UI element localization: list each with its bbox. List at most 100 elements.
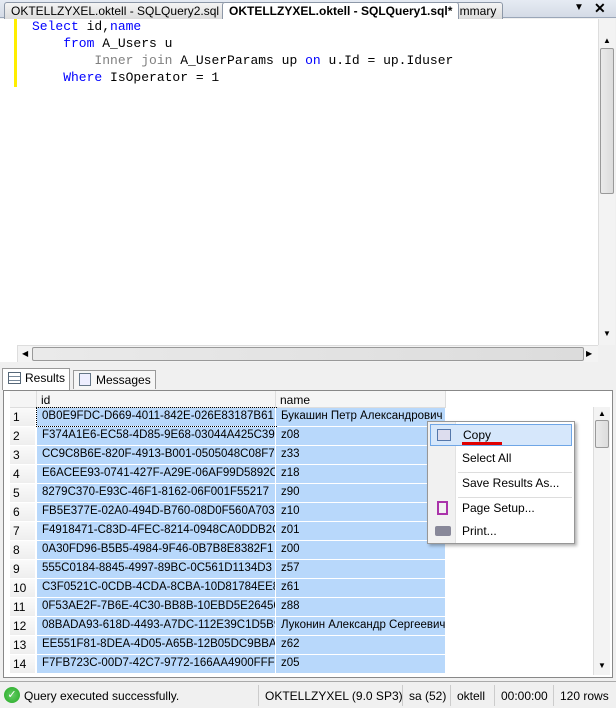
cell-id[interactable]: 555C0184-8845-4997-89BC-0C561D1134D3 — [37, 560, 276, 578]
grid-vertical-scrollbar[interactable]: ▲ ▼ — [593, 407, 610, 675]
red-underline — [462, 442, 502, 445]
editor-vertical-scrollbar[interactable]: ▲ ▼ — [598, 19, 615, 345]
status-user: sa (52) — [402, 685, 452, 706]
menu-label: Print... — [462, 524, 497, 538]
cell-name[interactable]: z61 — [276, 579, 446, 597]
cell-id[interactable]: 0B0E9FDC-D669-4011-842E-026E83187B61 — [36, 407, 277, 427]
menu-item-copy[interactable]: Copy — [430, 424, 572, 446]
cell-id[interactable]: EE551F81-8DEA-4D05-A65B-12B05DC9BBA2 — [37, 636, 276, 654]
row-number: 1 — [10, 408, 35, 426]
cell-name[interactable]: z18 — [276, 465, 446, 483]
tab-sqlquery2[interactable]: OKTELLZYXEL.oktell - SQLQuery2.sql — [4, 2, 227, 19]
menu-item-select-all[interactable]: Select All — [430, 448, 572, 470]
table-row[interactable]: 6 FB5E377E-02A0-494D-B760-08D0F560A703 z10 — [4, 503, 446, 522]
table-row[interactable]: 8 0A30FD96-B5B5-4984-9F46-0B7B8E8382F1 z00 — [4, 541, 446, 560]
column-header-name[interactable]: name — [276, 391, 446, 408]
menu-item-save-results-as[interactable]: Save Results As... — [430, 473, 572, 495]
cell-id[interactable]: F374A1E6-EC58-4D85-9E68-03044A425C39 — [37, 427, 276, 445]
cell-name[interactable]: z00 — [276, 541, 446, 559]
status-bar: ✓ Query executed successfully. OKTELLZYX… — [0, 681, 616, 708]
row-number: 10 — [10, 579, 35, 597]
cell-id[interactable]: 0F53AE2F-7B6E-4C30-BB8B-10EBD5E26456 — [37, 598, 276, 616]
table-row[interactable]: 4 E6ACEE93-0741-427F-A29E-06AF99D5892C z18 — [4, 465, 446, 484]
tab-results[interactable]: Results — [2, 368, 71, 390]
cell-id[interactable]: C3F0521C-0CDB-4CDA-8CBA-10D81784EE8D — [37, 579, 276, 597]
cell-name[interactable]: Букашин Петр Александрович — [276, 408, 446, 426]
cell-id[interactable]: F4918471-C83D-4FEC-8214-0948CA0DDB2C — [37, 522, 276, 540]
printer-icon — [435, 526, 451, 536]
cell-name[interactable]: z05 — [276, 655, 446, 673]
scroll-thumb[interactable] — [595, 420, 609, 448]
menu-label: Copy — [463, 428, 492, 442]
scroll-thumb[interactable] — [32, 347, 584, 361]
close-icon[interactable]: ✕ — [594, 0, 606, 17]
messages-icon — [79, 373, 91, 386]
row-number: 4 — [10, 465, 35, 483]
column-header-id[interactable]: id — [37, 391, 276, 408]
row-number: 5 — [10, 484, 35, 502]
cell-id[interactable]: E6ACEE93-0741-427F-A29E-06AF99D5892C — [37, 465, 276, 483]
status-elapsed-time: 00:00:00 — [494, 685, 554, 706]
tab-label: Messages — [96, 373, 151, 387]
status-row-count: 120 rows — [553, 685, 615, 706]
cell-id[interactable]: F7FB723C-00D7-42C7-9772-166AA4900FFF — [37, 655, 276, 673]
code-line: Where IsOperator = 1 — [32, 70, 219, 87]
table-row[interactable]: 11 0F53AE2F-7B6E-4C30-BB8B-10EBD5E26456 z8… — [4, 598, 446, 617]
menu-label: Save Results As... — [462, 476, 560, 490]
tab-list-dropdown-icon[interactable]: ▼ — [574, 2, 584, 13]
menu-item-print[interactable]: Print... — [430, 521, 572, 543]
sql-editor[interactable]: Select id,name from A_Users u Inner join… — [17, 19, 598, 345]
cell-name[interactable]: z01 — [276, 522, 446, 540]
status-database: oktell — [450, 685, 491, 706]
table-row[interactable]: 5 8279C370-E93C-46F1-8162-06F001F55217 z90 — [4, 484, 446, 503]
tab-sqlquery1[interactable]: OKTELLZYXEL.oktell - SQLQuery1.sql* — [222, 2, 460, 19]
row-number: 2 — [10, 427, 35, 445]
editor-horizontal-scrollbar[interactable]: ◀ ▶ — [17, 345, 598, 362]
menu-item-page-setup[interactable]: Page Setup... — [430, 498, 572, 520]
table-row[interactable]: 1 0B0E9FDC-D669-4011-842E-026E83187B61 Бук… — [4, 407, 446, 427]
table-row[interactable]: 10 C3F0521C-0CDB-4CDA-8CBA-10D81784EE8D z6… — [4, 579, 446, 598]
code-line: Inner join A_UserParams up on u.Id = up.… — [32, 53, 453, 70]
code-token: name — [110, 19, 142, 34]
context-menu: Copy Select All Save Results As... Page … — [427, 421, 575, 544]
cell-id[interactable]: 8279C370-E93C-46F1-8162-06F001F55217 — [37, 484, 276, 502]
row-number: 8 — [10, 541, 35, 559]
cell-id[interactable]: 08BADA93-618D-4493-A7DC-112E39C1D5B9 — [37, 617, 276, 635]
cell-name[interactable]: z08 — [276, 427, 446, 445]
row-number: 14 — [10, 655, 35, 673]
row-number: 12 — [10, 617, 35, 635]
grid-icon — [8, 372, 21, 384]
result-tabs: Results Messages — [2, 368, 614, 390]
tab-label: Results — [25, 371, 66, 385]
cell-name[interactable]: z33 — [276, 446, 446, 464]
code-line: Select id,name — [32, 19, 141, 36]
tab-messages[interactable]: Messages — [73, 370, 156, 389]
table-row[interactable]: 12 08BADA93-618D-4493-A7DC-112E39C1D5B9 Лу… — [4, 617, 446, 636]
cell-name[interactable]: z62 — [276, 636, 446, 654]
row-number: 11 — [10, 598, 35, 616]
cell-name[interactable]: Луконин Александр Сергеевич — [276, 617, 446, 635]
table-row[interactable]: 7 F4918471-C83D-4FEC-8214-0948CA0DDB2C z01 — [4, 522, 446, 541]
table-row[interactable]: 13 EE551F81-8DEA-4D05-A65B-12B05DC9BBA2 z6… — [4, 636, 446, 655]
row-number: 3 — [10, 446, 35, 464]
success-check-icon: ✓ — [4, 687, 20, 703]
copy-icon — [437, 429, 451, 441]
page-setup-icon — [437, 501, 448, 515]
code-token: id, — [78, 19, 111, 34]
code-token: from — [32, 36, 95, 51]
row-number: 7 — [10, 522, 35, 540]
cell-name[interactable]: z88 — [276, 598, 446, 616]
table-row[interactable]: 14 F7FB723C-00D7-42C7-9772-166AA4900FFF z0… — [4, 655, 446, 674]
cell-id[interactable]: FB5E377E-02A0-494D-B760-08D0F560A703 — [37, 503, 276, 521]
cell-name[interactable]: z57 — [276, 560, 446, 578]
cell-id[interactable]: 0A30FD96-B5B5-4984-9F46-0B7B8E8382F1 — [37, 541, 276, 559]
code-token: IsOperator = 1 — [102, 70, 220, 85]
table-row[interactable]: 3 CC9C8B6E-820F-4913-B001-0505048C08F7 z33 — [4, 446, 446, 465]
cell-name[interactable]: z10 — [276, 503, 446, 521]
scroll-thumb[interactable] — [600, 48, 614, 194]
cell-id[interactable]: CC9C8B6E-820F-4913-B001-0505048C08F7 — [37, 446, 276, 464]
document-tabs: OKTELLZYXEL.oktell - SQLQuery2.sql OKTEL… — [0, 0, 616, 19]
table-row[interactable]: 9 555C0184-8845-4997-89BC-0C561D1134D3 z57 — [4, 560, 446, 579]
cell-name[interactable]: z90 — [276, 484, 446, 502]
table-row[interactable]: 2 F374A1E6-EC58-4D85-9E68-03044A425C39 z08 — [4, 427, 446, 446]
